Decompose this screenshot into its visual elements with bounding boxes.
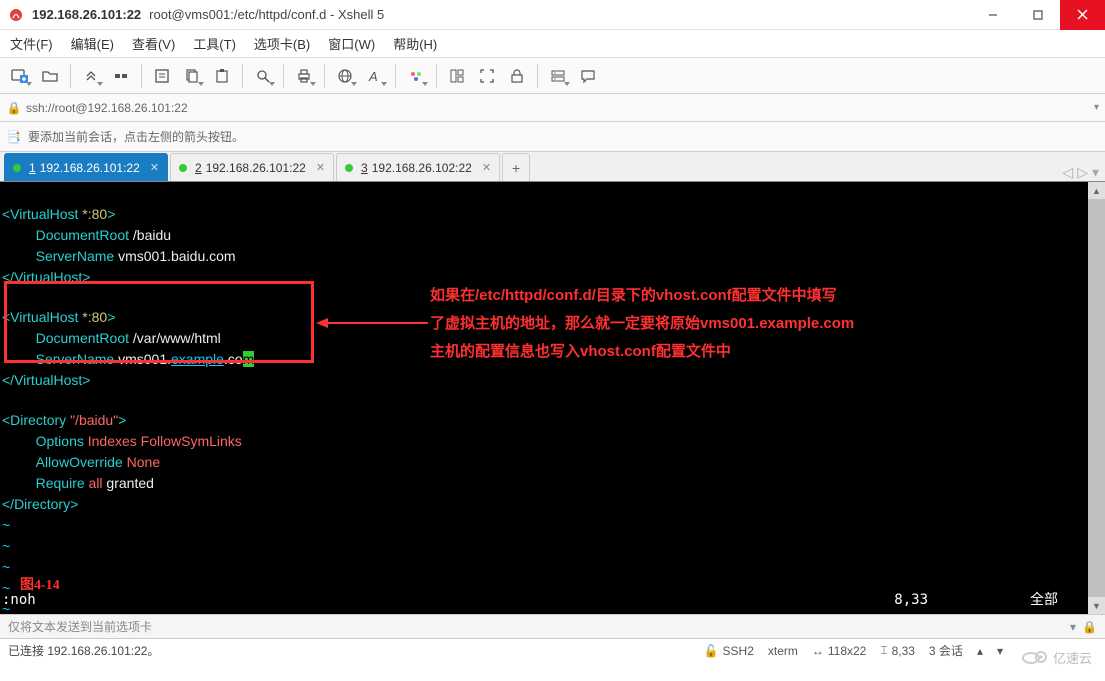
- layout-button[interactable]: [443, 62, 471, 90]
- address-lock-icon: 🔒: [6, 101, 22, 115]
- lock-button[interactable]: [503, 62, 531, 90]
- status-down-icon[interactable]: ▾: [997, 644, 1003, 658]
- scroll-up-icon[interactable]: ▲: [1088, 182, 1105, 199]
- session-tab-1[interactable]: 1 192.168.26.101:22 ✕: [4, 153, 168, 181]
- tab-next-icon[interactable]: ▷: [1077, 164, 1088, 181]
- menu-view[interactable]: 查看(V): [132, 34, 175, 53]
- hint-bar: 📑 要添加当前会话，点击左侧的箭头按钮。: [0, 122, 1105, 152]
- find-button[interactable]: [249, 62, 277, 90]
- tab-strip: 1 192.168.26.101:22 ✕ 2 192.168.26.101:2…: [0, 152, 1105, 182]
- font-button[interactable]: A: [361, 62, 389, 90]
- send-lock-icon[interactable]: 🔒: [1082, 620, 1097, 634]
- window-title-ip: 192.168.26.101:22: [32, 7, 141, 22]
- reconnect-button[interactable]: [77, 62, 105, 90]
- menu-window[interactable]: 窗口(W): [328, 34, 375, 53]
- window-titlebar: 192.168.26.101:22 root@vms001:/etc/httpd…: [0, 0, 1105, 30]
- status-size: ↔118x22: [812, 644, 866, 658]
- scroll-down-icon[interactable]: ▼: [1088, 597, 1105, 614]
- bookmark-add-icon[interactable]: 📑: [6, 130, 22, 144]
- vim-command-line: :noh: [2, 591, 36, 610]
- properties-button[interactable]: [148, 62, 176, 90]
- status-pos: ⌶8,33: [880, 643, 915, 658]
- fullscreen-button[interactable]: [473, 62, 501, 90]
- paste-button[interactable]: [208, 62, 236, 90]
- send-text-placeholder: 仅将文本发送到当前选项卡: [8, 618, 152, 635]
- toolbar: A: [0, 58, 1105, 94]
- tab-number: 1: [29, 161, 36, 175]
- disconnect-button[interactable]: [107, 62, 135, 90]
- tab-label: 192.168.26.102:22: [372, 161, 472, 175]
- maximize-button[interactable]: [1015, 0, 1060, 30]
- open-folder-button[interactable]: [36, 62, 64, 90]
- status-ssh: 🔓SSH2: [704, 644, 754, 658]
- tab-menu-icon[interactable]: ▾: [1092, 164, 1099, 181]
- lock-icon: 🔓: [704, 644, 719, 658]
- menubar: 文件(F) 编辑(E) 查看(V) 工具(T) 选项卡(B) 窗口(W) 帮助(…: [0, 30, 1105, 58]
- terminal-pane[interactable]: <VirtualHost *:80> DocumentRoot /baidu S…: [0, 182, 1088, 614]
- window-title-path: root@vms001:/etc/httpd/conf.d - Xshell 5: [149, 7, 384, 22]
- status-dot-icon: [179, 164, 187, 172]
- tab-nav: ◁ ▷ ▾: [1056, 164, 1105, 181]
- minimize-button[interactable]: [970, 0, 1015, 30]
- status-sessions: 3 会话: [929, 642, 963, 659]
- chat-button[interactable]: [574, 62, 602, 90]
- session-tab-2[interactable]: 2 192.168.26.101:22 ✕: [170, 153, 334, 181]
- tab-close-icon[interactable]: ✕: [482, 161, 491, 174]
- send-text-bar[interactable]: 仅将文本发送到当前选项卡 ▾ 🔒: [0, 614, 1105, 638]
- globe-button[interactable]: [331, 62, 359, 90]
- close-button[interactable]: [1060, 0, 1105, 30]
- status-connected: 已连接 192.168.26.101:22。: [8, 642, 159, 659]
- session-tab-3[interactable]: 3 192.168.26.102:22 ✕: [336, 153, 500, 181]
- tab-number: 3: [361, 161, 368, 175]
- address-dropdown-icon[interactable]: ▾: [1094, 102, 1099, 113]
- annotation-arrow-icon: [316, 316, 430, 330]
- scrollbar-thumb[interactable]: [1088, 199, 1105, 597]
- caret-icon: ⌶: [880, 643, 887, 658]
- menu-file[interactable]: 文件(F): [10, 34, 53, 53]
- tab-prev-icon[interactable]: ◁: [1062, 164, 1073, 181]
- print-button[interactable]: [290, 62, 318, 90]
- address-bar: 🔒 ssh://root@192.168.26.101:22 ▾: [0, 94, 1105, 122]
- terminal-scrollbar[interactable]: ▲ ▼: [1088, 182, 1105, 614]
- app-icon: [8, 7, 24, 23]
- svg-text:A: A: [368, 69, 378, 84]
- tab-close-icon[interactable]: ✕: [150, 161, 159, 174]
- vim-scroll-pos: 全部: [1030, 591, 1058, 610]
- tab-label: 192.168.26.101:22: [40, 161, 140, 175]
- vim-cursor-pos: 8,33: [894, 591, 928, 610]
- address-text[interactable]: ssh://root@192.168.26.101:22: [26, 101, 188, 115]
- status-dot-icon: [345, 164, 353, 172]
- resize-icon: ↔: [812, 644, 824, 658]
- status-dot-icon: [13, 164, 21, 172]
- hint-text: 要添加当前会话，点击左侧的箭头按钮。: [28, 128, 244, 145]
- menu-tabs[interactable]: 选项卡(B): [254, 34, 310, 53]
- status-term: xterm: [768, 644, 798, 658]
- new-tab-button[interactable]: +: [502, 153, 530, 181]
- watermark-text: 亿速云: [1053, 648, 1092, 667]
- color-button[interactable]: [402, 62, 430, 90]
- status-up-icon[interactable]: ▴: [977, 644, 983, 658]
- status-bar: 已连接 192.168.26.101:22。 🔓SSH2 xterm ↔118x…: [0, 638, 1105, 662]
- watermark-logo: 亿速云: [1021, 642, 1101, 672]
- tab-close-icon[interactable]: ✕: [316, 161, 325, 174]
- terminal-cursor: m: [243, 351, 255, 367]
- new-session-button[interactable]: [6, 62, 34, 90]
- menu-tools[interactable]: 工具(T): [193, 34, 236, 53]
- send-target-dropdown-icon[interactable]: ▾: [1070, 620, 1076, 634]
- tab-label: 192.168.26.101:22: [206, 161, 306, 175]
- ftp-button[interactable]: [544, 62, 572, 90]
- annotation-text: 如果在/etc/httpd/conf.d/目录下的vhost.conf配置文件中…: [430, 282, 970, 366]
- menu-edit[interactable]: 编辑(E): [71, 34, 114, 53]
- tab-number: 2: [195, 161, 202, 175]
- copy-button[interactable]: [178, 62, 206, 90]
- menu-help[interactable]: 帮助(H): [393, 34, 437, 53]
